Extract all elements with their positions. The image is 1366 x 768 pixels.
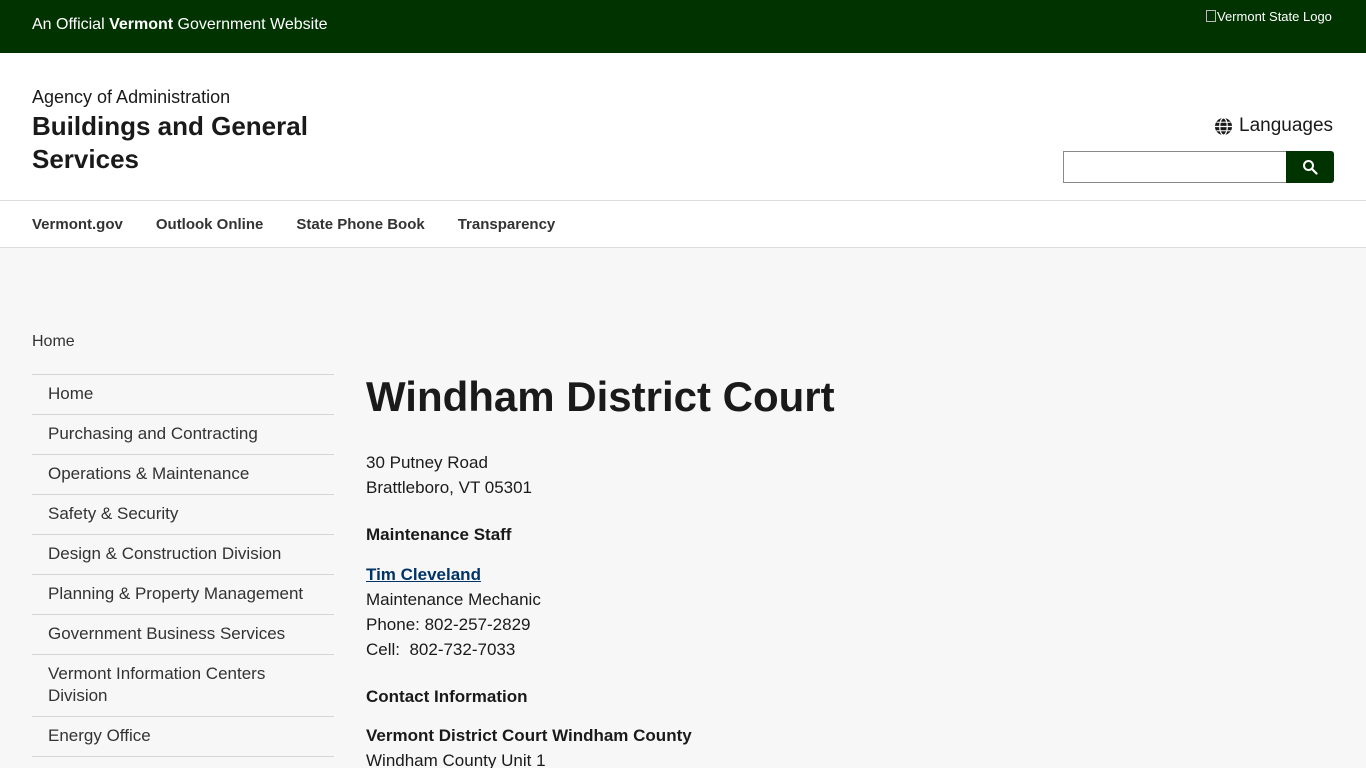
agency-name[interactable]: Agency of Administration — [32, 87, 230, 108]
breadcrumb[interactable]: Home — [32, 333, 75, 351]
address-line-2: Brattleboro, VT 05301 — [366, 478, 533, 497]
site-header: Agency of Administration Buildings and G… — [0, 53, 1366, 201]
sidebar-menu: Home Purchasing and Contracting Operatio… — [32, 374, 334, 768]
languages-label: Languages — [1239, 115, 1334, 136]
sidebar-item-energy-office[interactable]: Energy Office — [32, 717, 334, 757]
vermont-state-logo[interactable]: Vermont State Logo — [1206, 7, 1336, 27]
contact-information-heading: Contact Information — [366, 687, 528, 706]
sidebar-item-purchasing[interactable]: Purchasing and Contracting — [32, 415, 334, 455]
search-form — [1063, 151, 1334, 183]
page-title: Windham District Court — [366, 373, 835, 420]
sidebar-item-planning-property[interactable]: Planning & Property Management — [32, 575, 334, 615]
sidebar-item-operations[interactable]: Operations & Maintenance — [32, 455, 334, 495]
court-unit: Windham County Unit 1 — [366, 751, 546, 768]
nav-link-outlook-online[interactable]: Outlook Online — [156, 216, 264, 233]
search-input[interactable] — [1063, 151, 1286, 183]
department-name[interactable]: Buildings and General Services — [32, 110, 352, 176]
nav-link-transparency[interactable]: Transparency — [458, 216, 556, 233]
official-banner: An Official Vermont Government Website V… — [0, 0, 1366, 53]
utility-nav: Vermont.gov Outlook Online State Phone B… — [0, 201, 1366, 248]
search-button[interactable] — [1286, 151, 1334, 183]
address-line-1: 30 Putney Road — [366, 453, 488, 472]
sidebar-item-home[interactable]: Home — [32, 375, 334, 415]
staff-cell: Cell: 802-732-7033 — [366, 640, 516, 659]
staff-phone: Phone: 802-257-2829 — [366, 615, 531, 634]
sidebar-item-safety[interactable]: Safety & Security — [32, 495, 334, 535]
maintenance-staff-heading: Maintenance Staff — [366, 525, 512, 544]
official-website-text: An Official Vermont Government Website — [32, 16, 328, 33]
sidebar-item-government-business[interactable]: Government Business Services — [32, 615, 334, 655]
main-content: Windham District Court 30 Putney Road Br… — [366, 372, 1066, 768]
languages-button[interactable]: Languages — [1214, 115, 1333, 137]
sidebar-item-design-construction[interactable]: Design & Construction Division — [32, 535, 334, 575]
search-icon — [1303, 160, 1318, 175]
staff-name-link[interactable]: Tim Cleveland — [366, 565, 481, 584]
staff-title: Maintenance Mechanic — [366, 590, 541, 609]
broken-image-icon — [1206, 10, 1216, 22]
globe-icon — [1214, 116, 1233, 136]
court-name: Vermont District Court Windham County — [366, 726, 692, 745]
sidebar-item-information-centers[interactable]: Vermont Information Centers Division — [32, 655, 334, 717]
sidebar-item-curators-office[interactable]: Vermont State Curator's Office — [32, 757, 334, 768]
nav-link-state-phone-book[interactable]: State Phone Book — [296, 216, 424, 233]
nav-link-vermont-gov[interactable]: Vermont.gov — [32, 216, 123, 233]
